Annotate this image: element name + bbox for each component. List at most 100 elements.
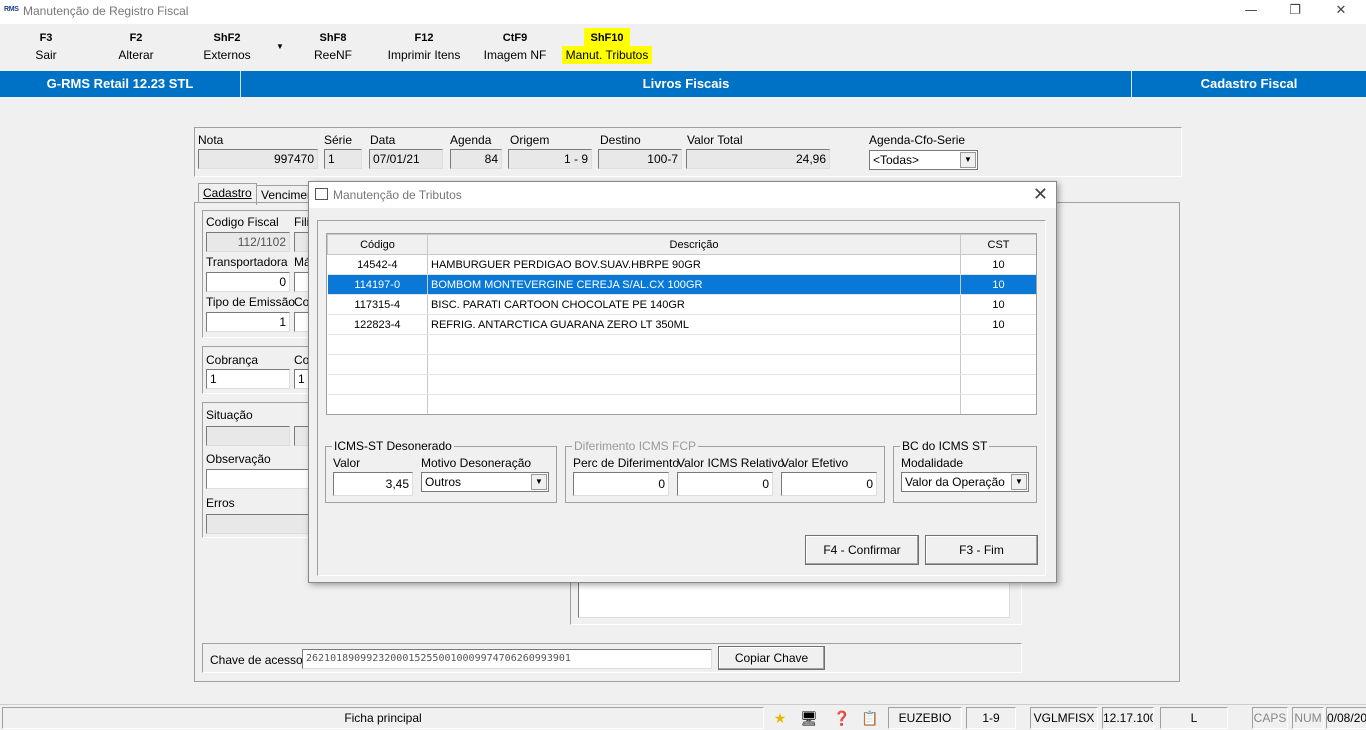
help-icon[interactable]: ❓ — [832, 708, 852, 728]
codigo-fiscal-field[interactable]: 112/1102 — [206, 232, 290, 252]
valor-total-field[interactable]: 24,96 — [686, 149, 830, 169]
observacao-field[interactable] — [206, 469, 310, 489]
itens-textarea[interactable] — [578, 578, 1010, 618]
tipo-emissao-field[interactable]: 1 — [206, 312, 290, 332]
sair-button[interactable]: F3 Sair — [20, 28, 72, 68]
externos-button[interactable]: ShF2 Externos — [196, 28, 258, 68]
table-header: Código Descrição CST — [327, 234, 1036, 255]
perc-diferimento-field[interactable]: 0 — [573, 472, 669, 496]
alterar-button[interactable]: F2 Alterar — [106, 28, 166, 68]
toolbar-label: Sair — [35, 48, 57, 62]
toolbar-key: ShF2 — [213, 32, 241, 44]
modalidade-label: Modalidade — [901, 456, 964, 470]
chave-field[interactable]: 2621018909923200015255001000997470626099… — [302, 649, 712, 669]
module-header: G-RMS Retail 12.23 STL Livros Fiscais Ca… — [0, 71, 1366, 97]
imprimir-itens-button[interactable]: F12 Imprimir Itens — [382, 28, 466, 68]
close-icon[interactable]: ✕ — [1318, 0, 1364, 24]
table-row-empty[interactable] — [327, 394, 1036, 414]
toolbar-label: Alterar — [118, 48, 154, 62]
cell-cst: 10 — [960, 274, 1036, 295]
toolbar-key: F12 — [414, 32, 434, 44]
situacao-field[interactable] — [206, 426, 290, 446]
valor-field[interactable]: 3,45 — [333, 472, 413, 496]
nota-field[interactable]: 997470 — [198, 149, 318, 169]
toolbar-label: ReeNF — [313, 48, 352, 62]
cell-codigo: 14542-4 — [327, 254, 428, 275]
cobranca-field[interactable]: 1 — [206, 369, 290, 389]
user-screen-icon[interactable]: 🖥 — [796, 708, 822, 728]
transportadora-field[interactable]: 0 — [206, 272, 290, 292]
tipo-emissao-label: Tipo de Emissão — [206, 295, 295, 309]
manutencao-tributos-dialog: Manutenção de Tributos ✕ Código Descriçã… — [308, 181, 1057, 583]
close-icon[interactable]: ✕ — [1033, 184, 1048, 205]
toolbar-key: ShF10 — [584, 28, 630, 46]
externos-dropdown-icon[interactable]: ▼ — [276, 42, 284, 51]
status-date: 0/08/202 — [1326, 707, 1366, 729]
chevron-down-icon[interactable]: ▼ — [1011, 474, 1027, 490]
cell-codigo: 117315-4 — [327, 294, 428, 315]
table-row-selected[interactable]: 114197-0 BOMBOM MONTEVERGINE CEREJA S/AL… — [327, 274, 1036, 295]
imagem-nf-button[interactable]: CtF9 Imagem NF — [480, 28, 550, 68]
agenda-cfo-serie-label: Agenda-Cfo-Serie — [869, 133, 966, 147]
product-version: G-RMS Retail 12.23 STL — [0, 71, 241, 97]
status-tab-name: Ficha principal — [2, 707, 764, 729]
reenf-button[interactable]: ShF8 ReeNF — [304, 28, 362, 68]
col-codigo[interactable]: Código — [327, 234, 428, 255]
manut-tributos-button[interactable]: ShF10 Manut. Tributos — [562, 28, 652, 68]
table-row[interactable]: 14542-4 HAMBURGUER PERDIGAO BOV.SUAV.HBR… — [327, 254, 1036, 275]
tab-cadastro[interactable]: Cadastro — [198, 183, 257, 203]
module-title: Livros Fiscais — [241, 71, 1132, 97]
cell-descricao: REFRIG. ANTARCTICA GUARANA ZERO LT 350ML — [427, 314, 961, 335]
valor-efetivo-field[interactable]: 0 — [781, 472, 877, 496]
data-field[interactable]: 07/01/21 — [369, 149, 443, 169]
table-row-empty[interactable] — [327, 334, 1036, 355]
situacao-label: Situação — [206, 408, 253, 422]
valor-icms-relativo-field[interactable]: 0 — [677, 472, 773, 496]
copiar-chave-button[interactable]: Copiar Chave — [718, 646, 825, 670]
confirmar-button[interactable]: F4 - Confirmar — [805, 535, 919, 565]
col-cst[interactable]: CST — [960, 234, 1036, 255]
restore-icon[interactable]: ❐ — [1272, 0, 1318, 24]
status-version: 12.17.100 — [1102, 707, 1154, 729]
toolbar-key: F3 — [39, 32, 53, 44]
cobranca-label: Cobrança — [206, 353, 259, 367]
cell-cst: 10 — [960, 314, 1036, 335]
serie-field[interactable]: 1 — [324, 149, 362, 169]
modalidade-select[interactable]: Valor da Operação ▼ — [901, 472, 1029, 492]
tab-vencimentos-label: Vencimen — [261, 188, 312, 202]
valor-label: Valor — [333, 456, 361, 470]
bc-icms-st-legend: BC do ICMS ST — [902, 439, 988, 453]
nota-label: Nota — [198, 133, 224, 147]
table-row[interactable]: 117315-4 BISC. PARATI CARTOON CHOCOLATE … — [327, 294, 1036, 315]
erros-field[interactable] — [206, 514, 310, 534]
toolbar-label: Imprimir Itens — [387, 48, 461, 62]
destino-field[interactable]: 100-7 — [598, 149, 682, 169]
valor-total-label: Valor Total — [687, 133, 743, 147]
cell-descricao: HAMBURGUER PERDIGAO BOV.SUAV.HBRPE 90GR — [427, 254, 961, 275]
screen-title: Cadastro Fiscal — [1200, 76, 1298, 91]
agenda-field[interactable]: 84 — [450, 149, 502, 169]
motivo-label: Motivo Desoneração — [421, 456, 532, 470]
star-icon[interactable]: ★ — [770, 708, 790, 728]
col-descricao[interactable]: Descrição — [427, 234, 961, 255]
toolbar-key: ShF8 — [319, 32, 347, 44]
table-row-empty[interactable] — [327, 374, 1036, 395]
table-row-empty[interactable] — [327, 354, 1036, 375]
minimize-icon[interactable]: — — [1228, 0, 1274, 24]
observacao-label: Observação — [206, 452, 271, 466]
fim-button[interactable]: F3 - Fim — [925, 535, 1038, 565]
chevron-down-icon[interactable]: ▼ — [531, 474, 547, 490]
status-user: EUZEBIO — [888, 707, 962, 729]
status-caps: CAPS — [1252, 707, 1288, 729]
bc-icms-st-group: BC do ICMS ST — [893, 439, 1037, 503]
agenda-cfo-serie-select[interactable]: <Todas> ▼ — [869, 150, 978, 170]
erros-label: Erros — [206, 496, 235, 510]
origem-field[interactable]: 1 - 9 — [508, 149, 592, 169]
chevron-down-icon[interactable]: ▼ — [960, 152, 976, 168]
valor-icms-relativo-label: Valor ICMS Relativo — [677, 456, 785, 470]
clipboard-icon[interactable]: 📋 — [860, 708, 880, 728]
cell-cst: 10 — [960, 294, 1036, 315]
modalidade-value: Valor da Operação — [905, 475, 1005, 489]
table-row[interactable]: 122823-4 REFRIG. ANTARCTICA GUARANA ZERO… — [327, 314, 1036, 335]
motivo-select[interactable]: Outros ▼ — [421, 472, 549, 492]
